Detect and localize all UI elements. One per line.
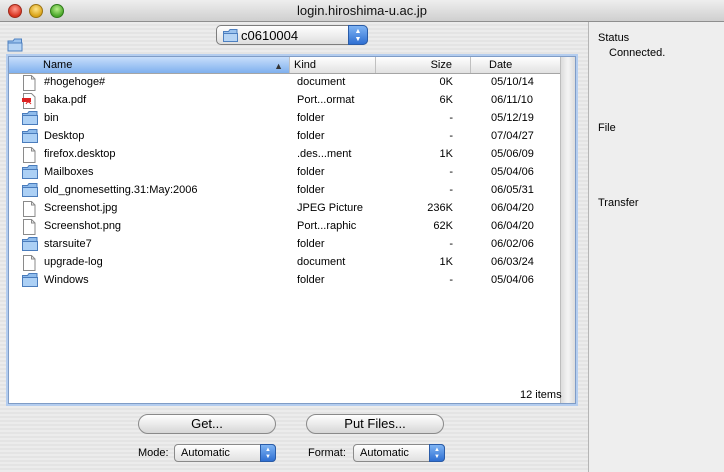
row-date: 06/04/20	[491, 202, 534, 214]
row-kind: Port...raphic	[297, 220, 357, 232]
row-size: -	[449, 166, 453, 178]
row-name: Mailboxes	[44, 166, 94, 178]
folder-icon	[22, 237, 38, 254]
row-name: baka.pdf	[44, 94, 87, 106]
column-header-size[interactable]: Size	[376, 57, 471, 73]
format-select[interactable]: Automatic ▲ ▼	[353, 444, 445, 462]
row-kind: document	[297, 76, 346, 88]
row-date: 06/11/10	[491, 94, 534, 106]
window-title: login.hiroshima-u.ac.jp	[296, 3, 428, 18]
column-header-name[interactable]: Name ▲	[9, 57, 290, 73]
row-size: 0K	[439, 76, 453, 88]
row-date: 05/04/06	[491, 166, 534, 178]
format-label: Format:	[308, 447, 346, 459]
row-size: 62K	[433, 220, 453, 232]
list-header: Name ▲ Kind Size Date	[9, 57, 561, 74]
title-bar: login.hiroshima-u.ac.jp	[0, 0, 724, 22]
row-date: 06/02/06	[491, 238, 534, 250]
row-kind: folder	[297, 112, 325, 124]
row-date: 06/03/24	[491, 256, 534, 268]
row-name: firefox.desktop	[44, 148, 116, 160]
list-item[interactable]: #hogehoge# document 0K 05/10/14	[9, 74, 561, 92]
list-item[interactable]: old_gnomesetting.31:May:2006 folder - 06/05…	[9, 182, 561, 200]
row-date: 05/06/09	[491, 148, 534, 160]
transfer-label: Transfer	[598, 197, 639, 209]
row-name: Screenshot.jpg	[44, 202, 118, 214]
row-kind: folder	[297, 274, 325, 286]
row-name: #hogehoge#	[44, 76, 106, 88]
row-kind: .des...ment	[297, 148, 352, 160]
row-kind: folder	[297, 238, 325, 250]
row-name: Windows	[44, 274, 89, 286]
row-size: -	[449, 274, 453, 286]
row-name: bin	[44, 112, 59, 124]
get-button[interactable]: Get...	[138, 414, 276, 434]
row-kind: JPEG Picture	[297, 202, 364, 214]
row-size: 1K	[439, 148, 453, 160]
list-item[interactable]: Mailboxes folder - 05/04/06	[9, 164, 561, 182]
folder-icon	[22, 129, 38, 146]
select-arrows-icon: ▲ ▼	[260, 444, 276, 462]
put-files-button[interactable]: Put Files...	[306, 414, 444, 434]
browser-panel: c0610004 ▲ ▼ Name ▲ Kind Size Date #hogeh…	[0, 22, 588, 472]
mode-select[interactable]: Automatic ▲ ▼	[174, 444, 276, 462]
folder-icon	[22, 111, 38, 128]
row-date: 05/04/06	[491, 274, 534, 286]
items-count: 12 items	[520, 389, 562, 401]
mode-select-value: Automatic	[181, 447, 230, 459]
row-date: 05/10/14	[491, 76, 534, 88]
file-label: File	[598, 122, 616, 134]
row-name: upgrade-log	[44, 256, 103, 268]
path-popup[interactable]: c0610004 ▲ ▼	[216, 25, 368, 45]
sort-ascending-icon: ▲	[274, 61, 283, 71]
list-item[interactable]: Desktop folder - 07/04/27	[9, 128, 561, 146]
row-size: -	[449, 238, 453, 250]
row-date: 06/04/20	[491, 220, 534, 232]
row-name: Screenshot.png	[44, 220, 122, 232]
row-kind: folder	[297, 166, 325, 178]
list-item[interactable]: Screenshot.jpg JPEG Picture 236K 06/04/20	[9, 200, 561, 218]
status-drawer: Status Connected. File Transfer	[588, 22, 724, 472]
status-label: Status	[598, 32, 630, 44]
vertical-scrollbar[interactable]	[560, 57, 575, 403]
parent-folder-icon[interactable]	[7, 38, 23, 55]
folder-icon	[22, 165, 38, 182]
list-item[interactable]: starsuite7 folder - 06/02/06	[9, 236, 561, 254]
row-kind: folder	[297, 130, 325, 142]
row-kind: Port...ormat	[297, 94, 355, 106]
row-size: 6K	[439, 94, 453, 106]
list-item[interactable]: Screenshot.png Port...raphic 62K 06/04/20	[9, 218, 561, 236]
column-header-kind[interactable]: Kind	[290, 57, 376, 73]
list-item[interactable]: upgrade-log document 1K 06/03/24	[9, 254, 561, 272]
list-item[interactable]: Windows folder - 05/04/06	[9, 272, 561, 290]
popup-arrows-icon: ▲ ▼	[348, 25, 368, 45]
folder-icon	[223, 29, 238, 45]
row-name: old_gnomesetting.31:May:2006	[44, 184, 198, 196]
row-date: 06/05/31	[491, 184, 534, 196]
mode-label: Mode:	[138, 447, 169, 459]
folder-icon	[22, 273, 38, 290]
row-size: -	[449, 130, 453, 142]
column-header-date[interactable]: Date	[471, 57, 561, 73]
row-size: -	[449, 184, 453, 196]
list-rows: #hogehoge# document 0K 05/10/14 baka.pdf Port…	[9, 74, 561, 290]
row-kind: folder	[297, 184, 325, 196]
row-kind: document	[297, 256, 346, 268]
row-size: 1K	[439, 256, 453, 268]
folder-icon	[22, 183, 38, 200]
status-value: Connected.	[609, 47, 666, 59]
row-name: starsuite7	[44, 238, 92, 250]
select-arrows-icon: ▲ ▼	[429, 444, 445, 462]
row-date: 07/04/27	[491, 130, 534, 142]
file-list[interactable]: Name ▲ Kind Size Date #hogehoge# document…	[8, 56, 576, 404]
row-date: 05/12/19	[491, 112, 534, 124]
row-size: -	[449, 112, 453, 124]
row-size: 236K	[427, 202, 453, 214]
row-name: Desktop	[44, 130, 85, 142]
list-item[interactable]: baka.pdf Port...ormat 6K 06/11/10	[9, 92, 561, 110]
list-item[interactable]: bin folder - 05/12/19	[9, 110, 561, 128]
path-popup-label: c0610004	[241, 28, 299, 43]
list-item[interactable]: firefox.desktop .des...ment 1K 05/06/09	[9, 146, 561, 164]
format-select-value: Automatic	[360, 447, 409, 459]
